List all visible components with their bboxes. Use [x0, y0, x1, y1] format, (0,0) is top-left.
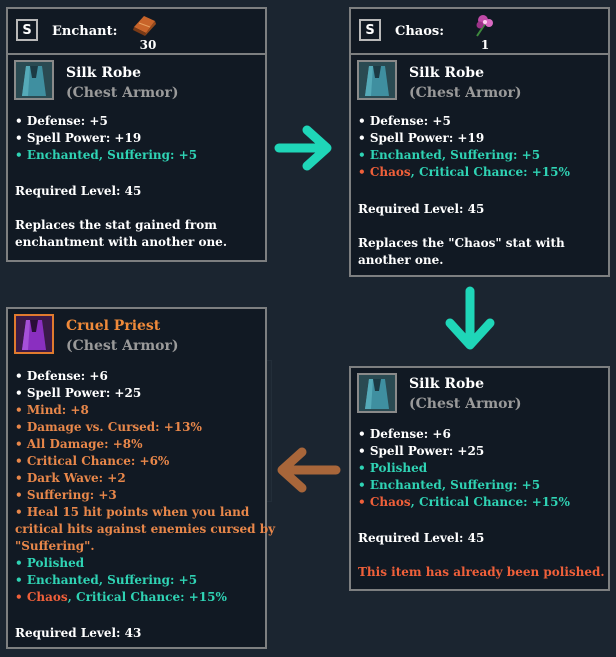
chaos-stat-line: • Chaos, Critical Chance: +15%	[358, 494, 570, 511]
stat-line: • Polished	[15, 556, 85, 570]
polished-tooltip-panel: Silk Robe (Chest Armor) • Defense: +6 • …	[349, 366, 610, 591]
stat-line: • Spell Power: +25	[15, 386, 142, 400]
item-type: (Chest Armor)	[66, 85, 179, 101]
item-description: Replaces the "Chaos" stat with another o…	[358, 236, 565, 267]
item-type: (Chest Armor)	[66, 338, 179, 354]
required-level: Required Level: 45	[358, 531, 485, 545]
chaos-value: , Critical Chance: +15%	[410, 165, 570, 179]
arrow-right-icon	[273, 122, 339, 178]
enchant-header: S Enchant: 30	[8, 9, 265, 55]
stat-list: • Defense: +6 • Spell Power: +25 • Polis…	[358, 426, 570, 511]
stat-line: • Heal 15 hit points when you land	[15, 505, 250, 519]
stat-line: • Spell Power: +19	[358, 131, 485, 145]
stat-line: • Mind: +8	[15, 403, 89, 417]
stat-list: • Defense: +5 • Spell Power: +19 • Encha…	[358, 113, 570, 181]
chaos-value: , Critical Chance: +15%	[67, 590, 227, 604]
item-title: Silk Robe	[409, 376, 484, 392]
stat-line: • Defense: +5	[15, 114, 108, 128]
stat-line: • Enchanted, Suffering: +5	[358, 478, 541, 492]
stat-line: • Polished	[358, 461, 428, 475]
stat-line: • Suffering: +3	[15, 488, 117, 502]
chaos-prefix: • Chaos	[358, 495, 411, 509]
enchant-stone-icon	[130, 13, 158, 37]
chaos-flower-icon	[471, 12, 499, 37]
required-level: Required Level: 45	[358, 202, 485, 216]
item-description: Replaces the stat gained from enchantmen…	[15, 218, 227, 249]
chaos-value: , Critical Chance: +15%	[410, 495, 570, 509]
stat-line: critical hits against enemies cursed by	[15, 522, 276, 536]
stat-line: • Damage vs. Cursed: +13%	[15, 420, 202, 434]
chaos-header: S Chaos: 1	[351, 9, 608, 55]
chaos-prefix: • Chaos	[15, 590, 68, 604]
item-title: Silk Robe	[66, 65, 141, 81]
stat-line: • Spell Power: +25	[358, 444, 485, 458]
chaos-tooltip-panel: S Chaos: 1 Silk Robe (Chest Armor) • Def…	[349, 7, 610, 277]
arrow-down-icon	[440, 285, 500, 359]
chaos-count: 1	[480, 38, 490, 52]
already-polished-warning: This item has already been polished.	[358, 565, 605, 579]
enchant-label: Enchant:	[52, 24, 118, 39]
enchant-tooltip-panel: S Enchant: 30 Silk Robe (Chest Armor) • …	[6, 7, 267, 262]
stat-line: • Enchanted, Suffering: +5	[358, 148, 541, 162]
robe-icon	[357, 60, 397, 100]
hotkey-badge[interactable]: S	[359, 19, 381, 41]
arrow-left-icon	[272, 444, 342, 500]
cruel-priest-tooltip-panel: Cruel Priest (Chest Armor) • Defense: +6…	[6, 307, 275, 649]
stat-list: • Defense: +6 • Spell Power: +25 • Mind:…	[15, 368, 275, 606]
robe-icon	[14, 314, 54, 354]
chaos-stat-line: • Chaos, Critical Chance: +15%	[358, 164, 570, 181]
stat-line: • Defense: +6	[358, 427, 451, 441]
robe-icon	[14, 60, 54, 100]
stat-line: • Defense: +5	[358, 114, 451, 128]
item-title: Cruel Priest	[66, 318, 161, 334]
item-type: (Chest Armor)	[409, 396, 522, 412]
stat-line: • Enchanted, Suffering: +5	[15, 573, 198, 587]
stat-line: • Defense: +6	[15, 369, 108, 383]
hotkey-badge[interactable]: S	[16, 19, 38, 41]
stat-line: • Critical Chance: +6%	[15, 454, 170, 468]
stat-line: • Dark Wave: +2	[15, 471, 126, 485]
item-type: (Chest Armor)	[409, 85, 522, 101]
robe-icon	[357, 373, 397, 413]
chaos-stat-line: • Chaos, Critical Chance: +15%	[15, 589, 275, 606]
stat-line: • All Damage: +8%	[15, 437, 143, 451]
item-title: Silk Robe	[409, 65, 484, 81]
stat-list: • Defense: +5 • Spell Power: +19 • Encha…	[15, 113, 197, 164]
stat-line: • Enchanted, Suffering: +5	[15, 148, 198, 162]
chaos-prefix: • Chaos	[358, 165, 411, 179]
chaos-label: Chaos:	[395, 24, 445, 39]
required-level: Required Level: 45	[15, 184, 142, 198]
required-level: Required Level: 43	[15, 626, 142, 640]
stat-line: • Spell Power: +19	[15, 131, 142, 145]
stat-line: "Suffering".	[15, 539, 95, 553]
enchant-count: 30	[139, 38, 157, 52]
